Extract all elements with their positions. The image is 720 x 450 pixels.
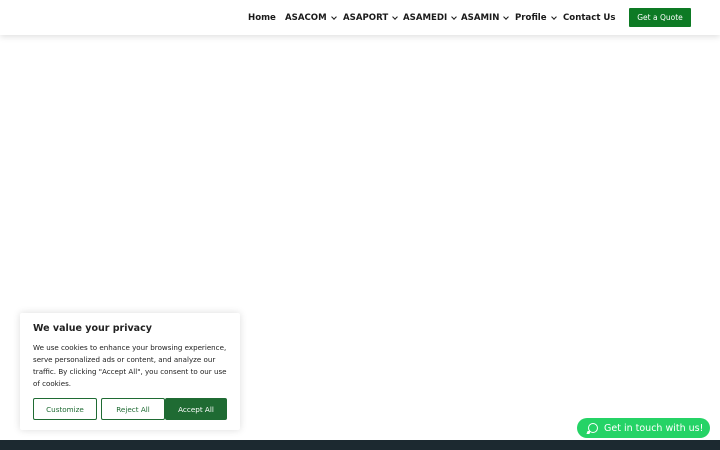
chevron-down-icon: [503, 14, 510, 20]
nav-profile-label: Profile: [515, 13, 547, 23]
nav-asacom-label: ASACOM: [285, 13, 327, 23]
nav-profile[interactable]: Profile: [515, 11, 557, 25]
nav-contact-us-label: Contact Us: [563, 13, 616, 23]
nav-asamin[interactable]: ASAMIN: [461, 11, 510, 25]
cookie-title: We value your privacy: [33, 323, 152, 334]
whatsapp-contact-button[interactable]: Get in touch with us!: [577, 418, 710, 438]
get-a-quote-button[interactable]: Get a Quote: [629, 8, 691, 27]
chevron-down-icon: [451, 14, 458, 20]
chevron-down-icon: [330, 14, 337, 20]
accept-all-button[interactable]: Accept All: [165, 398, 227, 420]
nav-home[interactable]: Home: [248, 11, 276, 25]
nav-asamedi[interactable]: ASAMEDI: [403, 11, 458, 25]
get-a-quote-label: Get a Quote: [637, 13, 683, 22]
accept-all-label: Accept All: [178, 404, 214, 414]
nav-asaport-label: ASAPORT: [343, 13, 389, 23]
site-header: Home ASACOM ASAPORT ASAMEDI ASAMIN Profi…: [0, 0, 720, 35]
cookie-consent-banner: We value your privacy We use cookies to …: [20, 313, 240, 430]
footer-band: [0, 440, 720, 450]
nav-asaport[interactable]: ASAPORT: [343, 11, 399, 25]
cookie-description: We use cookies to enhance your browsing …: [33, 343, 227, 388]
nav-home-label: Home: [248, 13, 276, 23]
chevron-down-icon: [392, 14, 399, 20]
nav-asacom[interactable]: ASACOM: [285, 11, 337, 25]
customize-button[interactable]: Customize: [33, 398, 97, 420]
reject-all-label: Reject All: [116, 404, 150, 414]
whatsapp-icon: [588, 423, 598, 433]
customize-label: Customize: [46, 404, 84, 414]
reject-all-button[interactable]: Reject All: [101, 398, 165, 420]
chevron-down-icon: [550, 14, 557, 20]
whatsapp-label: Get in touch with us!: [604, 422, 704, 434]
nav-asamedi-label: ASAMEDI: [403, 13, 448, 23]
nav-asamin-label: ASAMIN: [461, 13, 500, 23]
nav-contact-us[interactable]: Contact Us: [563, 11, 616, 25]
